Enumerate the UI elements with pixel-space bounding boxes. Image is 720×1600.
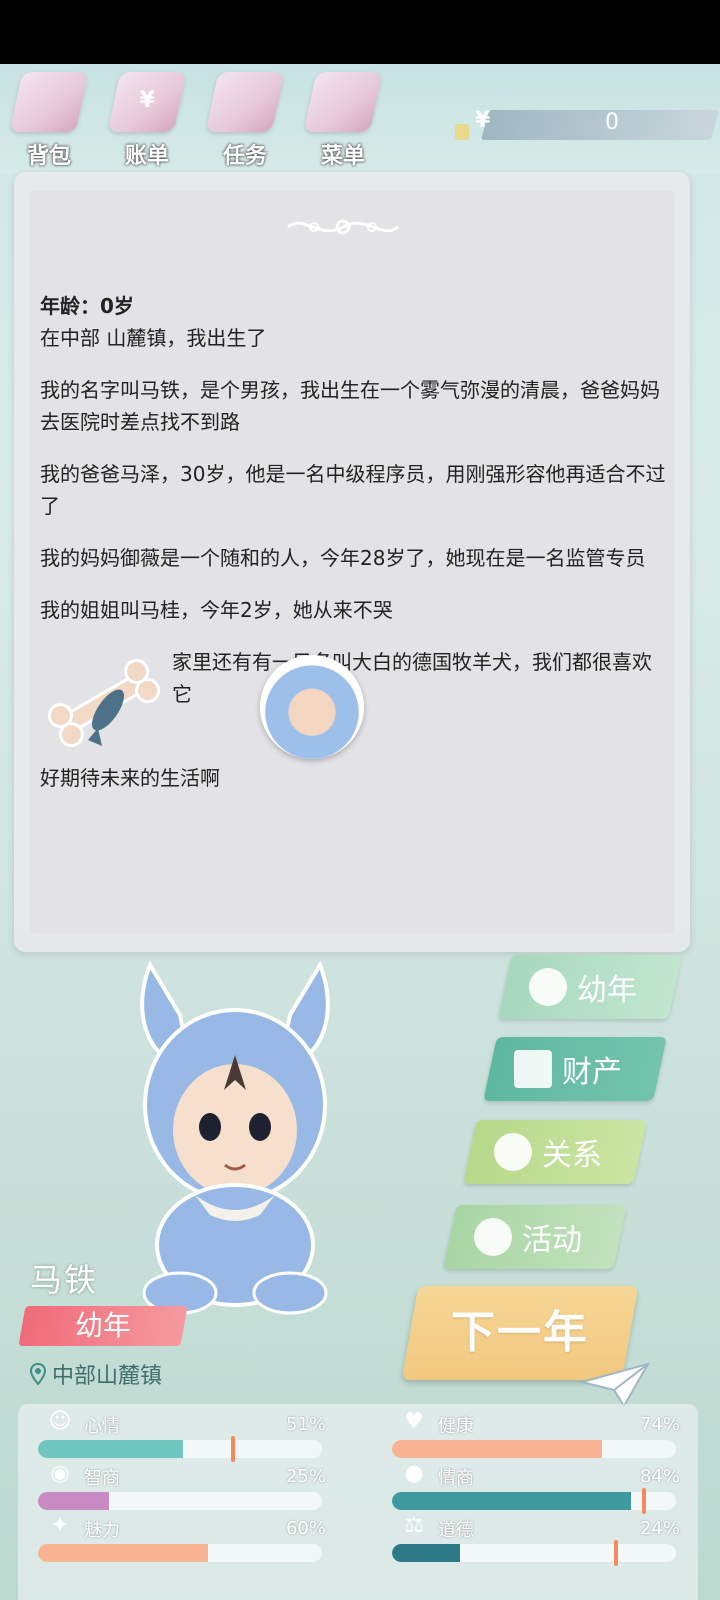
- stat-bar-fill: [38, 1440, 183, 1458]
- bill-icon: ¥: [107, 72, 187, 132]
- story-panel: 年龄：0岁 在中部 山麓镇，我出生了 我的名字叫马铁，是个男孩，我出生在一个雾气…: [14, 172, 690, 952]
- age-line: 年龄：0岁: [40, 294, 134, 318]
- stat-bar: [38, 1440, 322, 1458]
- assets-label: 财产: [562, 1055, 622, 1090]
- stat-value: 51%: [285, 1414, 326, 1435]
- stat-name: 道德: [438, 1520, 474, 1541]
- life-stage-badge: 幼年: [18, 1306, 188, 1346]
- stat-bar: [38, 1492, 322, 1510]
- stat-name: 心情: [84, 1416, 120, 1437]
- bag-label: 背包: [26, 144, 71, 169]
- stat-value: 25%: [285, 1466, 326, 1487]
- story-paragraph: 我的姐姐叫马桂，今年2岁，她从来不哭: [40, 598, 393, 622]
- house-icon: [514, 1050, 552, 1088]
- heart-icon: ♥: [404, 1409, 424, 1434]
- bag-icon: [9, 72, 89, 132]
- stat-value: 74%: [639, 1414, 680, 1435]
- money-bar: [480, 110, 720, 140]
- stat-iq: ◉ 智商 25%: [38, 1462, 326, 1514]
- activities-label: 活动: [522, 1223, 582, 1258]
- birth-line: 在中部 山麓镇，我出生了: [40, 326, 267, 350]
- stat-bar-fill: [392, 1440, 603, 1458]
- stat-bar-fill: [38, 1544, 209, 1562]
- location-pin-icon: [30, 1363, 46, 1385]
- stat-bar: [392, 1544, 676, 1562]
- stat-bar-fill: [38, 1492, 109, 1510]
- assets-button[interactable]: 财产: [483, 1037, 667, 1101]
- task-icon: [205, 72, 285, 132]
- stat-name: 智商: [84, 1468, 120, 1489]
- stat-value: 84%: [639, 1466, 680, 1487]
- stat-eq: ● 情商 84%: [392, 1462, 680, 1514]
- task-label: 任务: [222, 144, 267, 169]
- stat-bar: [392, 1440, 676, 1458]
- stat-name: 健康: [438, 1416, 474, 1437]
- ornament-icon: [287, 219, 399, 235]
- character-name: 马铁: [30, 1261, 99, 1299]
- stat-name: 情商: [438, 1468, 474, 1489]
- location-label: 中部山麓镇: [52, 1364, 163, 1389]
- life-stage-label: 幼年: [74, 1309, 131, 1342]
- stat-name: 魅力: [84, 1520, 120, 1541]
- money-display: ¥ 0: [455, 108, 720, 142]
- stat-health: ♥ 健康 74%: [392, 1410, 680, 1462]
- closing-line: 好期待未来的生活啊: [40, 766, 220, 790]
- location: 中部山麓镇: [30, 1358, 162, 1390]
- paper-plane-icon: [580, 1362, 650, 1408]
- yen-icon: ¥: [475, 108, 491, 133]
- bag-button[interactable]: 背包: [4, 72, 94, 172]
- bill-label: 账单: [124, 144, 169, 169]
- menu-button[interactable]: 菜单: [298, 72, 388, 172]
- sparkle-icon: ✦: [50, 1513, 70, 1538]
- task-button[interactable]: 任务: [200, 72, 290, 172]
- bulb-icon: ◉: [50, 1461, 70, 1486]
- pet-text: 家里还有有一只名叫大白的德国牧羊犬，我们都很喜欢它: [172, 650, 652, 706]
- activity-icon: [474, 1218, 512, 1256]
- menu-icon: [303, 72, 383, 132]
- stat-value: 60%: [285, 1518, 326, 1539]
- menu-label: 菜单: [320, 144, 365, 169]
- money-value: 0: [605, 110, 619, 135]
- story-paragraph: 我的妈妈御薇是一个随和的人，今年28岁了，她现在是一名监管专员: [40, 546, 646, 570]
- status-bar: [0, 0, 720, 64]
- relations-label: 关系: [542, 1138, 602, 1173]
- smile-icon: ☺: [48, 1409, 72, 1434]
- story-paragraph: 我的爸爸马泽，30岁，他是一名中级程序员，用刚强形容他再适合不过了: [40, 462, 666, 518]
- stat-charm: ✦ 魅力 60%: [38, 1514, 326, 1566]
- stat-marker: [613, 1540, 618, 1566]
- stat-marker: [641, 1488, 646, 1514]
- apple-icon: ●: [404, 1461, 424, 1486]
- scale-icon: ⚖: [404, 1513, 424, 1538]
- stat-value: 24%: [639, 1518, 680, 1539]
- youth-button[interactable]: 幼年: [498, 955, 682, 1019]
- relations-button[interactable]: 关系: [463, 1120, 647, 1184]
- coin-icon: [455, 124, 469, 140]
- story-paragraph: 我的名字叫马铁，是个男孩，我出生在一个雾气弥漫的清晨，爸爸妈妈去医院时差点找不到…: [40, 378, 660, 434]
- stat-bar: [392, 1492, 676, 1510]
- baby-icon: [529, 968, 567, 1006]
- stat-morality: ⚖ 道德 24%: [392, 1514, 680, 1566]
- stat-marker: [231, 1436, 236, 1462]
- stats-panel: ☺ 心情 51% ♥ 健康 74% ◉ 智商 25% ● 情商 84% ✦ 魅力…: [18, 1404, 698, 1600]
- people-icon: [494, 1133, 532, 1171]
- character-figure: [140, 960, 330, 1315]
- stat-mood: ☺ 心情 51%: [38, 1410, 326, 1462]
- stat-bar-fill: [392, 1492, 631, 1510]
- activities-button[interactable]: 活动: [443, 1205, 627, 1269]
- character-avatar-mini: [260, 655, 364, 759]
- bill-button[interactable]: ¥ 账单: [102, 72, 192, 172]
- bone-fish-icon: [47, 658, 161, 748]
- youth-label: 幼年: [577, 973, 637, 1008]
- stat-bar: [38, 1544, 322, 1562]
- stat-bar-fill: [392, 1544, 461, 1562]
